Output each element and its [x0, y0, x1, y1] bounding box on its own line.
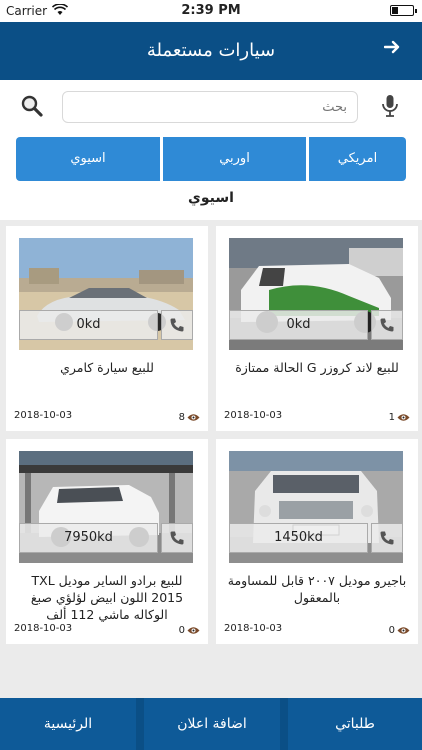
listing-date: 2018-10-03	[224, 623, 283, 634]
eye-icon	[397, 627, 410, 634]
listing-title: للبيع سيارة كامري	[60, 360, 154, 375]
battery-icon	[390, 5, 417, 16]
view-count-value: 1	[388, 412, 395, 423]
price-label: 0kd	[229, 310, 368, 340]
listing-card[interactable]: 7950kd للبيع برادو الساير موديل TXL 2015…	[6, 439, 208, 644]
tab-asian[interactable]: اسيوي	[16, 137, 160, 181]
price-label: 0kd	[19, 310, 158, 340]
view-count: 1	[389, 412, 410, 423]
listing-date: 2018-10-03	[224, 410, 283, 421]
listing-card[interactable]: 1450kd باجيرو موديل ٢٠٠٧ قابل للمساومة ب…	[216, 439, 418, 644]
price-strip: 0kd	[229, 310, 403, 340]
phone-icon[interactable]	[371, 523, 403, 553]
phone-icon[interactable]	[371, 310, 403, 340]
tab-american[interactable]: امريكي	[309, 137, 406, 181]
tab-my-orders[interactable]: طلباتي	[288, 698, 422, 750]
view-count-value: 0	[178, 625, 185, 636]
listing-title: للبيع برادو الساير موديل TXL 2015 اللون …	[30, 573, 184, 622]
phone-icon[interactable]	[161, 523, 193, 553]
view-count-value: 0	[388, 625, 395, 636]
microphone-icon[interactable]	[380, 94, 400, 118]
bottom-tab-bar: الرئيسية اضافة اعلان طلباتي	[0, 698, 422, 750]
page-title: سيارات مستعملة	[146, 40, 276, 61]
listing-date: 2018-10-03	[14, 623, 73, 634]
listings-grid: 0kd للبيع سيارة كامري 2018-10-03 8 0kd ل…	[0, 220, 422, 698]
arrow-right-icon[interactable]	[383, 36, 400, 60]
listing-title: باجيرو موديل ٢٠٠٧ قابل للمساومة بالمعقول	[227, 573, 407, 605]
category-filter: اسيوي اوربي امريكي اسيوي	[0, 135, 422, 220]
search-icon[interactable]	[20, 94, 44, 118]
price-label: 1450kd	[229, 523, 368, 553]
phone-icon[interactable]	[161, 310, 193, 340]
price-label: 7950kd	[19, 523, 158, 553]
eye-icon	[187, 414, 200, 421]
status-time: 2:39 PM	[181, 3, 241, 18]
price-strip: 7950kd	[19, 523, 193, 553]
tab-add-ad[interactable]: اضافة اعلان	[144, 698, 280, 750]
view-count: 0	[179, 625, 200, 636]
view-count-value: 8	[178, 412, 185, 423]
eye-icon	[187, 627, 200, 634]
listing-title: للبيع لاند كروزر G الحالة ممتازة	[235, 360, 399, 375]
listing-card[interactable]: 0kd للبيع لاند كروزر G الحالة ممتازة 201…	[216, 226, 418, 431]
tab-home[interactable]: الرئيسية	[0, 698, 136, 750]
listing-card[interactable]: 0kd للبيع سيارة كامري 2018-10-03 8	[6, 226, 208, 431]
filter-tabs: اسيوي اوربي امريكي	[16, 137, 406, 181]
price-strip: 0kd	[19, 310, 193, 340]
listing-date: 2018-10-03	[14, 410, 73, 421]
search-input[interactable]	[62, 91, 358, 123]
view-count: 8	[179, 412, 200, 423]
view-count: 0	[389, 625, 410, 636]
tab-european[interactable]: اوربي	[163, 137, 306, 181]
search-bar	[0, 80, 422, 135]
selected-category-label: اسيوي	[188, 190, 234, 206]
eye-icon	[397, 414, 410, 421]
price-strip: 1450kd	[229, 523, 403, 553]
nav-bar: سيارات مستعملة	[0, 22, 422, 80]
status-bar: Carrier 2:39 PM	[0, 0, 422, 22]
